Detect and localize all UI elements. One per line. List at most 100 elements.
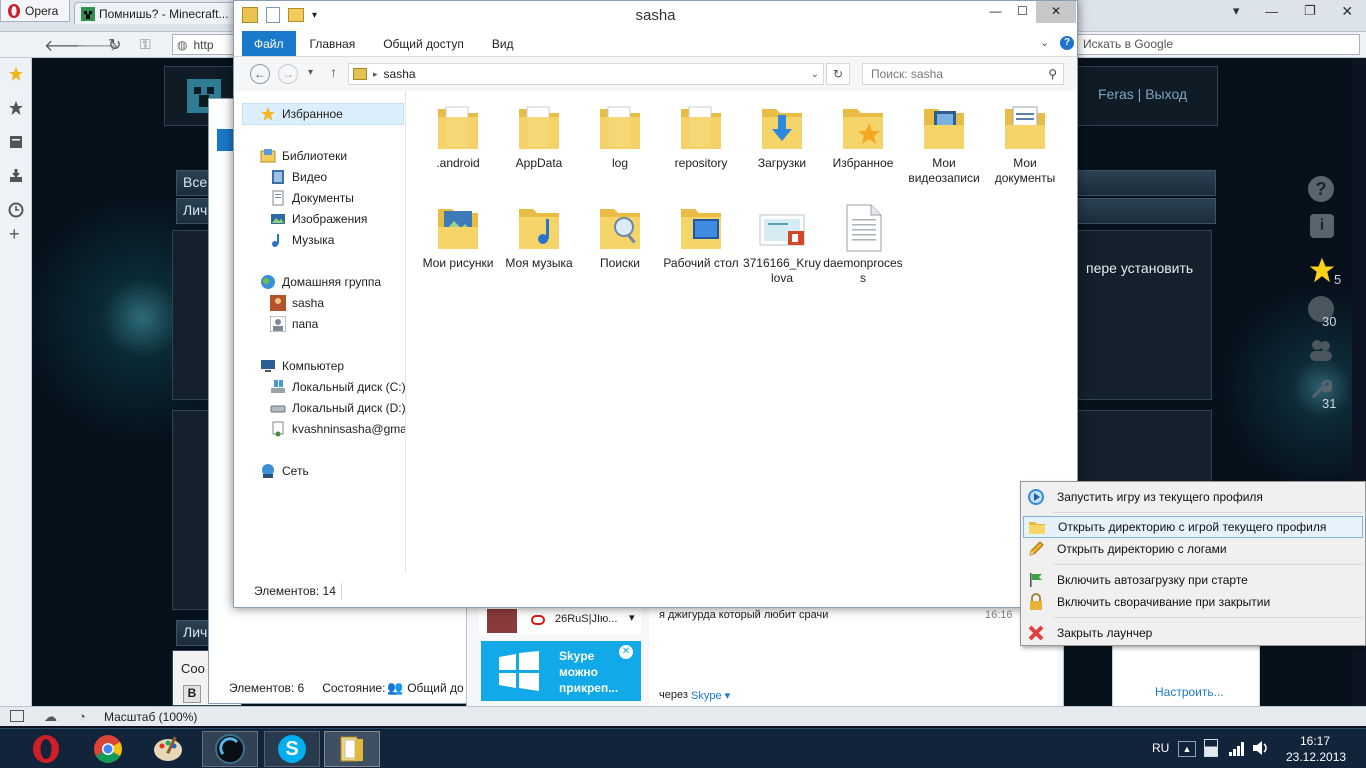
new-folder-icon[interactable] [288,8,304,22]
notes-icon[interactable] [8,134,24,150]
taskbar-paint[interactable] [140,731,196,767]
zoom-status[interactable]: Масштаб (100%) [104,710,197,724]
browser-restore-icon[interactable]: ❐ [1304,3,1316,19]
site-star-icon[interactable] [1308,256,1336,284]
maximize-icon[interactable]: ☐ [1009,1,1036,23]
ribbon-tab-view[interactable]: Вид [478,31,528,56]
ribbon-tab-home[interactable]: Главная [296,31,370,56]
file-item-repository[interactable]: repository [661,101,741,171]
address-dropdown-icon[interactable]: ⌄ [811,69,819,80]
site-users-icon[interactable] [1308,338,1334,362]
qat-dropdown-icon[interactable]: ▾ [312,10,317,21]
panel-toggle-icon[interactable] [10,710,24,722]
nav-forward-icon[interactable]: → [278,64,298,84]
browser-tab[interactable]: Помнишь? - Minecraft... [74,2,236,24]
power-icon[interactable] [1204,739,1218,757]
file-item-pictures[interactable]: Мои рисунки [418,201,498,271]
skype-ad-tile[interactable]: Skype можно прикреп... ✕ [481,641,641,701]
speeddial-star-icon[interactable] [8,100,24,116]
taskbar-chrome[interactable] [80,731,136,767]
bookmarks-star-icon[interactable] [8,66,24,82]
menu-item-open-logs-dir[interactable]: Открыть директорию с логами [1023,538,1363,560]
file-item-videos[interactable]: Мои видеозаписи [904,101,984,186]
address-field[interactable]: ▸ sasha ⌄ [348,63,824,85]
file-item-documents[interactable]: Мои документы [985,101,1065,186]
browser-menu-chevron-icon[interactable]: ▾ [1233,3,1240,19]
file-item-appdata[interactable]: AppData [499,101,579,171]
site-help-icon[interactable]: ? [1308,176,1334,202]
nav-homegroup[interactable]: Домашняя группа [260,272,381,292]
explorer-titlebar[interactable]: ▾ sasha — ☐ ✕ [234,1,1077,31]
ribbon-expand-chevron-icon[interactable]: ⌄ [1040,36,1049,49]
menu-item-close-launcher[interactable]: Закрыть лаунчер [1023,622,1363,644]
nav-music[interactable]: Музыка [270,230,334,250]
nav-libraries[interactable]: Библиотеки [260,146,347,166]
explorer-app-icon[interactable] [242,7,258,23]
volume-icon[interactable] [1252,740,1270,756]
nav-documents[interactable]: Документы [270,188,354,208]
speedometer-icon[interactable]: ◔ [78,709,86,724]
menu-item-open-game-dir[interactable]: Открыть директорию с игрой текущего проф… [1023,516,1363,538]
nav-computer[interactable]: Компьютер [260,356,344,376]
file-item-log[interactable]: log [580,101,660,171]
file-item-favorites[interactable]: Избранное [823,101,903,171]
properties-icon[interactable] [266,7,280,23]
key-icon[interactable]: ⚿ [140,36,151,53]
minimize-icon[interactable]: — [982,1,1009,23]
explorer-search-field[interactable]: Поиск: sasha ⚲ [862,63,1064,85]
reload-icon[interactable]: ↻ [108,35,121,55]
taskbar-minecraft-launcher[interactable] [202,731,258,767]
nav-user-papa[interactable]: папа [270,314,318,334]
network-signal-icon[interactable] [1228,740,1246,756]
skype-settings-link[interactable]: Настроить... [1155,685,1224,699]
recent-locations-chevron-icon[interactable]: ▾ [308,67,313,78]
nav-up-icon[interactable]: ↑ [330,64,337,80]
file-item-desktop[interactable]: Рабочий стол [661,201,741,271]
skype-via-link[interactable]: Skype ▾ [691,689,730,702]
skype-ad-close-icon[interactable]: ✕ [619,645,633,659]
file-item-music[interactable]: Моя музыка [499,201,579,271]
ribbon-tab-file[interactable]: Файл [242,31,296,56]
close-icon[interactable]: ✕ [1036,1,1076,23]
help-icon[interactable]: ? [1060,36,1074,50]
taskbar-opera[interactable] [18,731,74,767]
taskbar-skype[interactable]: S [264,731,320,767]
taskbar-explorer[interactable] [324,731,380,767]
url-field[interactable]: ◍ http [172,34,236,55]
search-field[interactable]: Искать в Google [1076,34,1360,55]
nav-favorites[interactable]: Избранное [260,104,343,124]
cloud-icon[interactable]: ☁ [44,709,57,725]
browser-close-icon[interactable]: ✕ [1341,3,1353,20]
ribbon-tab-share[interactable]: Общий доступ [369,31,478,56]
add-panel-icon[interactable]: + [9,224,20,245]
file-item-daemonprocess[interactable]: daemonprocess [823,201,903,286]
user-links[interactable]: Feras | Выход [1098,86,1187,102]
nav-images[interactable]: Изображения [270,209,367,229]
menu-item-minimize-on-close[interactable]: Включить сворачивание при закрытии [1023,591,1363,613]
language-indicator[interactable]: RU [1152,741,1169,755]
menu-item-autostart[interactable]: Включить автозагрузку при старте [1023,569,1363,591]
file-item-android[interactable]: .android [418,101,498,171]
nav-user-sasha[interactable]: sasha [270,293,324,313]
nav-back-icon[interactable]: ← [250,64,270,84]
history-clock-icon[interactable] [8,202,24,218]
nav-gmail[interactable]: kvashninsasha@gma [270,419,405,439]
clock-time[interactable]: 16:17 [1300,734,1330,748]
opera-menu-button[interactable]: Opera [0,0,70,22]
nav-disk-c[interactable]: Локальный диск (C:) [270,377,405,397]
file-item-searches[interactable]: Поиски [580,201,660,271]
skype-contact-name[interactable]: 26RuS|JIю... [555,613,617,625]
bold-button[interactable]: B [183,685,201,703]
file-item-pptx[interactable]: 3716166_Kruylova [742,201,822,286]
file-item-downloads[interactable]: Загрузки [742,101,822,171]
skype-list-chevron-icon[interactable]: ▾ [629,611,635,624]
clock-date[interactable]: 23.12.2013 [1286,750,1346,764]
nav-network[interactable]: Сеть [260,461,309,481]
site-info-icon[interactable]: i [1310,214,1334,238]
downloads-icon[interactable] [8,168,24,184]
menu-item-launch-game[interactable]: Запустить игру из текущего профиля [1023,486,1363,508]
nav-video[interactable]: Видео [270,167,327,187]
tray-overflow-icon[interactable]: ▲ [1178,741,1196,757]
nav-disk-d[interactable]: Локальный диск (D:) [270,398,405,418]
browser-minimize-icon[interactable]: — [1265,4,1278,19]
